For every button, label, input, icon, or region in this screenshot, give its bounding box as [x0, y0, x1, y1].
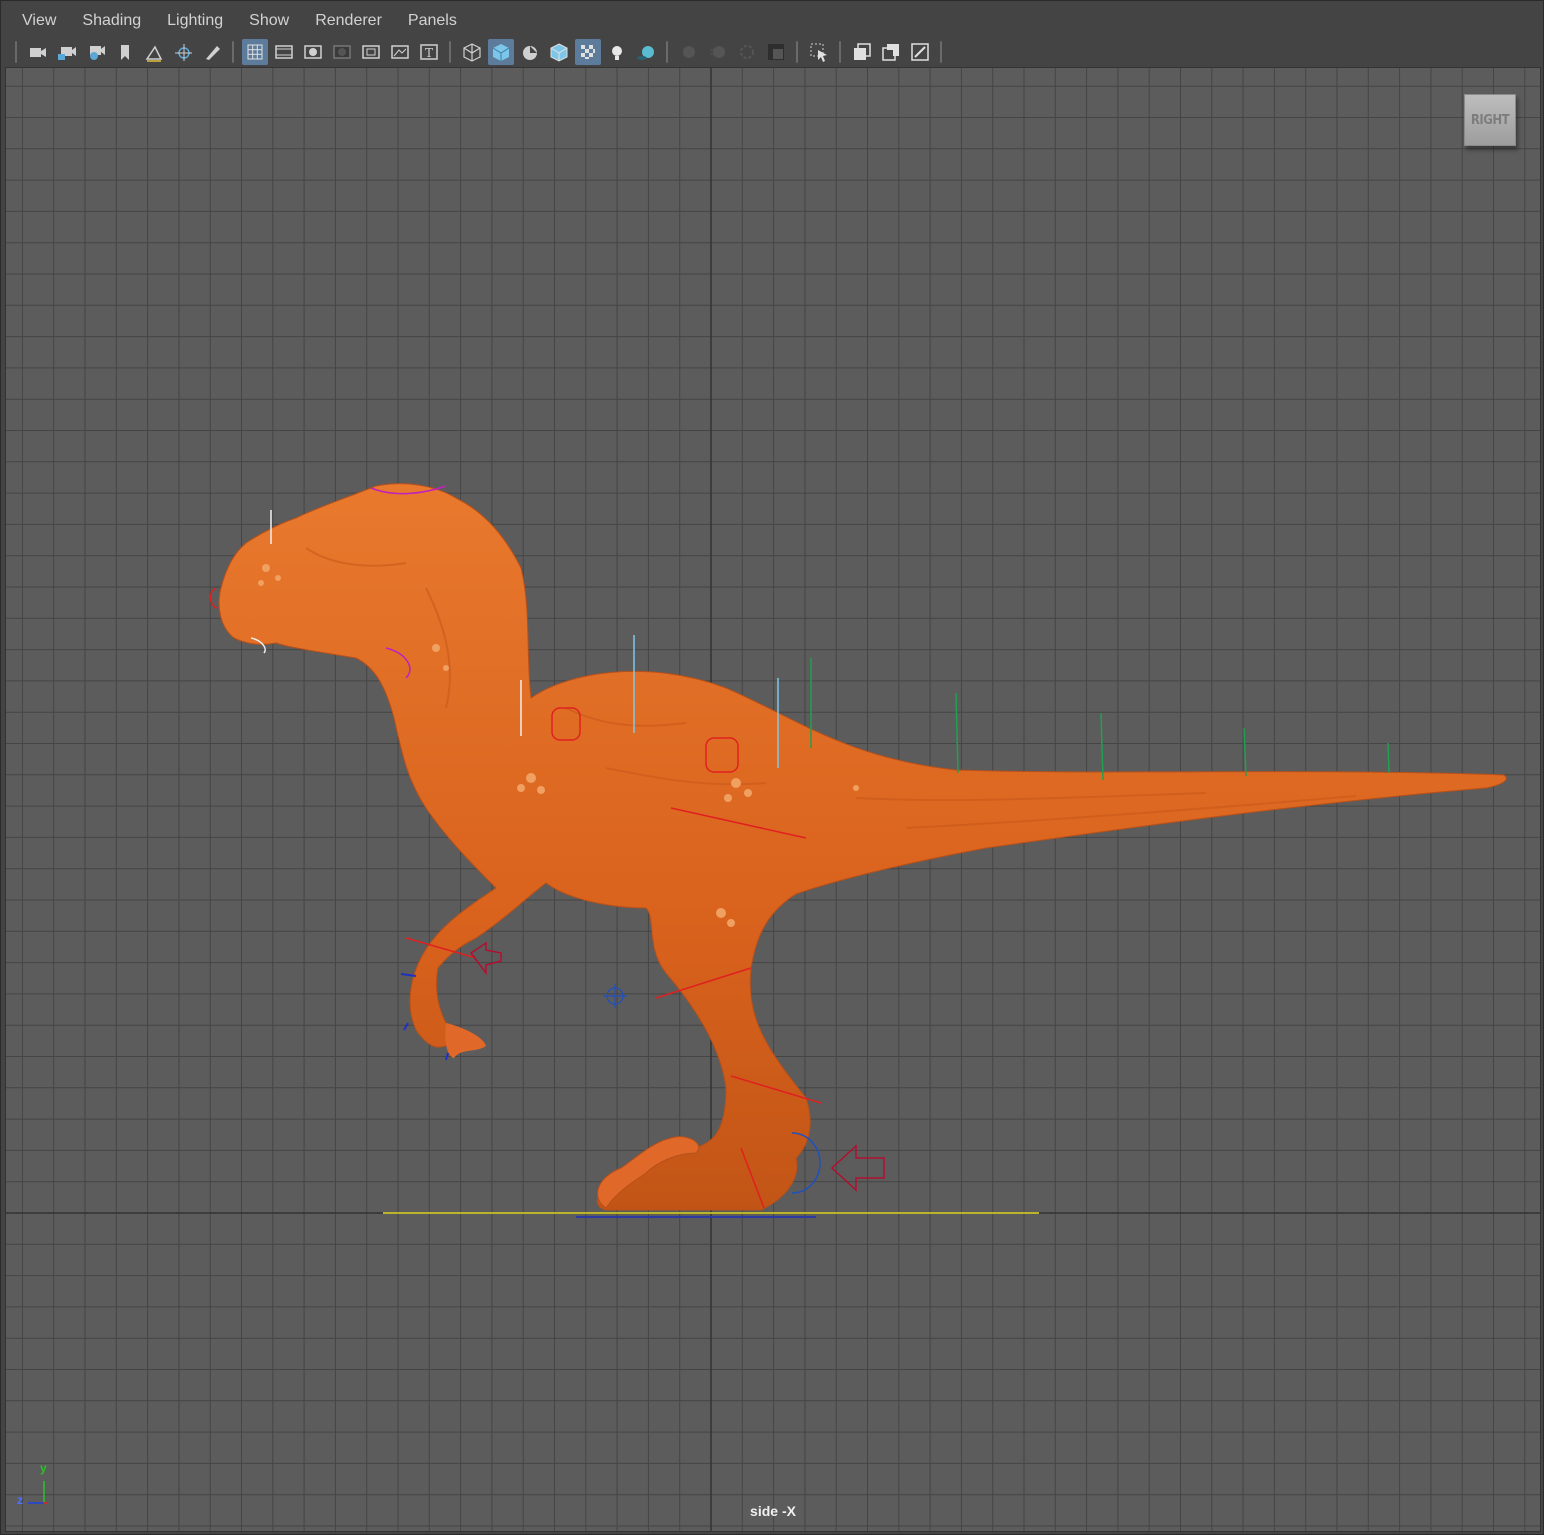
camera-icon — [29, 48, 46, 57]
menu-panels[interactable]: Panels — [395, 1, 470, 39]
menu-shading[interactable]: Shading — [69, 1, 154, 39]
field-chart-icon — [361, 45, 380, 59]
grease-pencil-icon — [205, 46, 220, 60]
resolution-gate-icon — [303, 45, 322, 59]
toolbar-separator — [15, 41, 17, 63]
camera-attributes-icon — [89, 46, 105, 60]
ambient-occlusion-button[interactable] — [676, 39, 702, 65]
view-cube[interactable]: RIGHT — [1464, 94, 1516, 146]
film-gate-icon — [274, 45, 293, 59]
bookmark-icon — [120, 45, 129, 60]
toolbar-separator — [940, 41, 942, 63]
menu-view[interactable]: View — [9, 1, 69, 39]
menu-renderer[interactable]: Renderer — [302, 1, 395, 39]
grid-icon — [247, 44, 262, 60]
safe-title-icon: T — [419, 44, 438, 60]
wireframe-on-shaded-icon — [550, 43, 567, 62]
toolbar-separator — [232, 41, 234, 63]
camera-button[interactable] — [25, 39, 51, 65]
view-cube-label: RIGHT — [1470, 112, 1510, 128]
camera-lock-button[interactable] — [54, 39, 80, 65]
default-material-icon — [522, 46, 537, 60]
safe-action-button[interactable] — [387, 39, 413, 65]
camera-lock-icon — [57, 47, 76, 60]
use-all-lights-icon — [611, 46, 622, 60]
xray-joints-button[interactable] — [907, 39, 933, 65]
toolbar-separator — [449, 41, 451, 63]
isolate-select-button[interactable] — [806, 39, 832, 65]
motion-blur-icon — [709, 46, 725, 58]
smooth-shade-button[interactable] — [487, 39, 514, 65]
isolate-select-icon — [810, 43, 827, 62]
use-all-lights-button[interactable] — [604, 39, 630, 65]
axis-y-label: y — [40, 1461, 47, 1475]
textured-button[interactable] — [574, 39, 601, 65]
dinosaur-hand — [445, 1023, 486, 1058]
xray-joints-icon — [910, 43, 929, 61]
panel-menu-bar: View Shading Lighting Show Renderer Pane… — [1, 1, 1543, 39]
bookmark-button[interactable] — [112, 39, 138, 65]
menu-lighting[interactable]: Lighting — [154, 1, 236, 39]
panel-toolbar: T — [1, 37, 1543, 67]
grid-button[interactable] — [241, 39, 268, 65]
xray-button[interactable] — [849, 39, 875, 65]
safe-title-button[interactable]: T — [416, 39, 442, 65]
resolution-gate-button[interactable] — [300, 39, 326, 65]
maya-viewport-panel: View Shading Lighting Show Renderer Pane… — [0, 0, 1544, 1535]
gate-mask-button[interactable] — [329, 39, 355, 65]
field-chart-button[interactable] — [358, 39, 384, 65]
toolbar-separator — [796, 41, 798, 63]
image-plane-button[interactable] — [141, 39, 167, 65]
shadows-icon — [636, 46, 654, 60]
svg-text:T: T — [425, 46, 433, 60]
ambient-occlusion-icon — [682, 46, 695, 58]
image-plane-icon — [145, 45, 162, 62]
wireframe-icon — [462, 43, 481, 62]
multisample-aa-icon — [739, 45, 754, 59]
wireframe-on-shaded-button[interactable] — [546, 39, 572, 65]
grease-pencil-button[interactable] — [199, 39, 225, 65]
motion-blur-button[interactable] — [705, 39, 731, 65]
axis-gizmo: y z — [14, 1451, 54, 1511]
default-material-button[interactable] — [517, 39, 543, 65]
multisample-aa-button[interactable] — [734, 39, 760, 65]
viewport-3d[interactable]: RIGHT y z side -X — [5, 67, 1541, 1532]
camera-attributes-button[interactable] — [83, 39, 109, 65]
xray-active-components-icon — [881, 44, 899, 61]
dinosaur-body — [218, 483, 1507, 1211]
toolbar-separator — [666, 41, 668, 63]
xray-active-components-button[interactable] — [878, 39, 904, 65]
safe-action-icon — [390, 45, 409, 59]
wireframe-button[interactable] — [459, 39, 485, 65]
textured-icon — [580, 45, 595, 59]
dinosaur-model[interactable] — [6, 68, 1541, 1532]
gate-mask-icon — [332, 45, 351, 59]
depth-of-field-icon — [767, 44, 784, 60]
shadows-button[interactable] — [633, 39, 659, 65]
menu-show[interactable]: Show — [236, 1, 302, 39]
toolbar-separator — [839, 41, 841, 63]
camera-name-label: side -X — [750, 1503, 796, 1519]
2d-pan-zoom-icon — [174, 44, 192, 61]
film-gate-button[interactable] — [271, 39, 297, 65]
depth-of-field-button[interactable] — [763, 39, 789, 65]
smooth-shade-icon — [492, 44, 509, 61]
xray-icon — [853, 43, 871, 60]
2d-pan-zoom-button[interactable] — [170, 39, 196, 65]
